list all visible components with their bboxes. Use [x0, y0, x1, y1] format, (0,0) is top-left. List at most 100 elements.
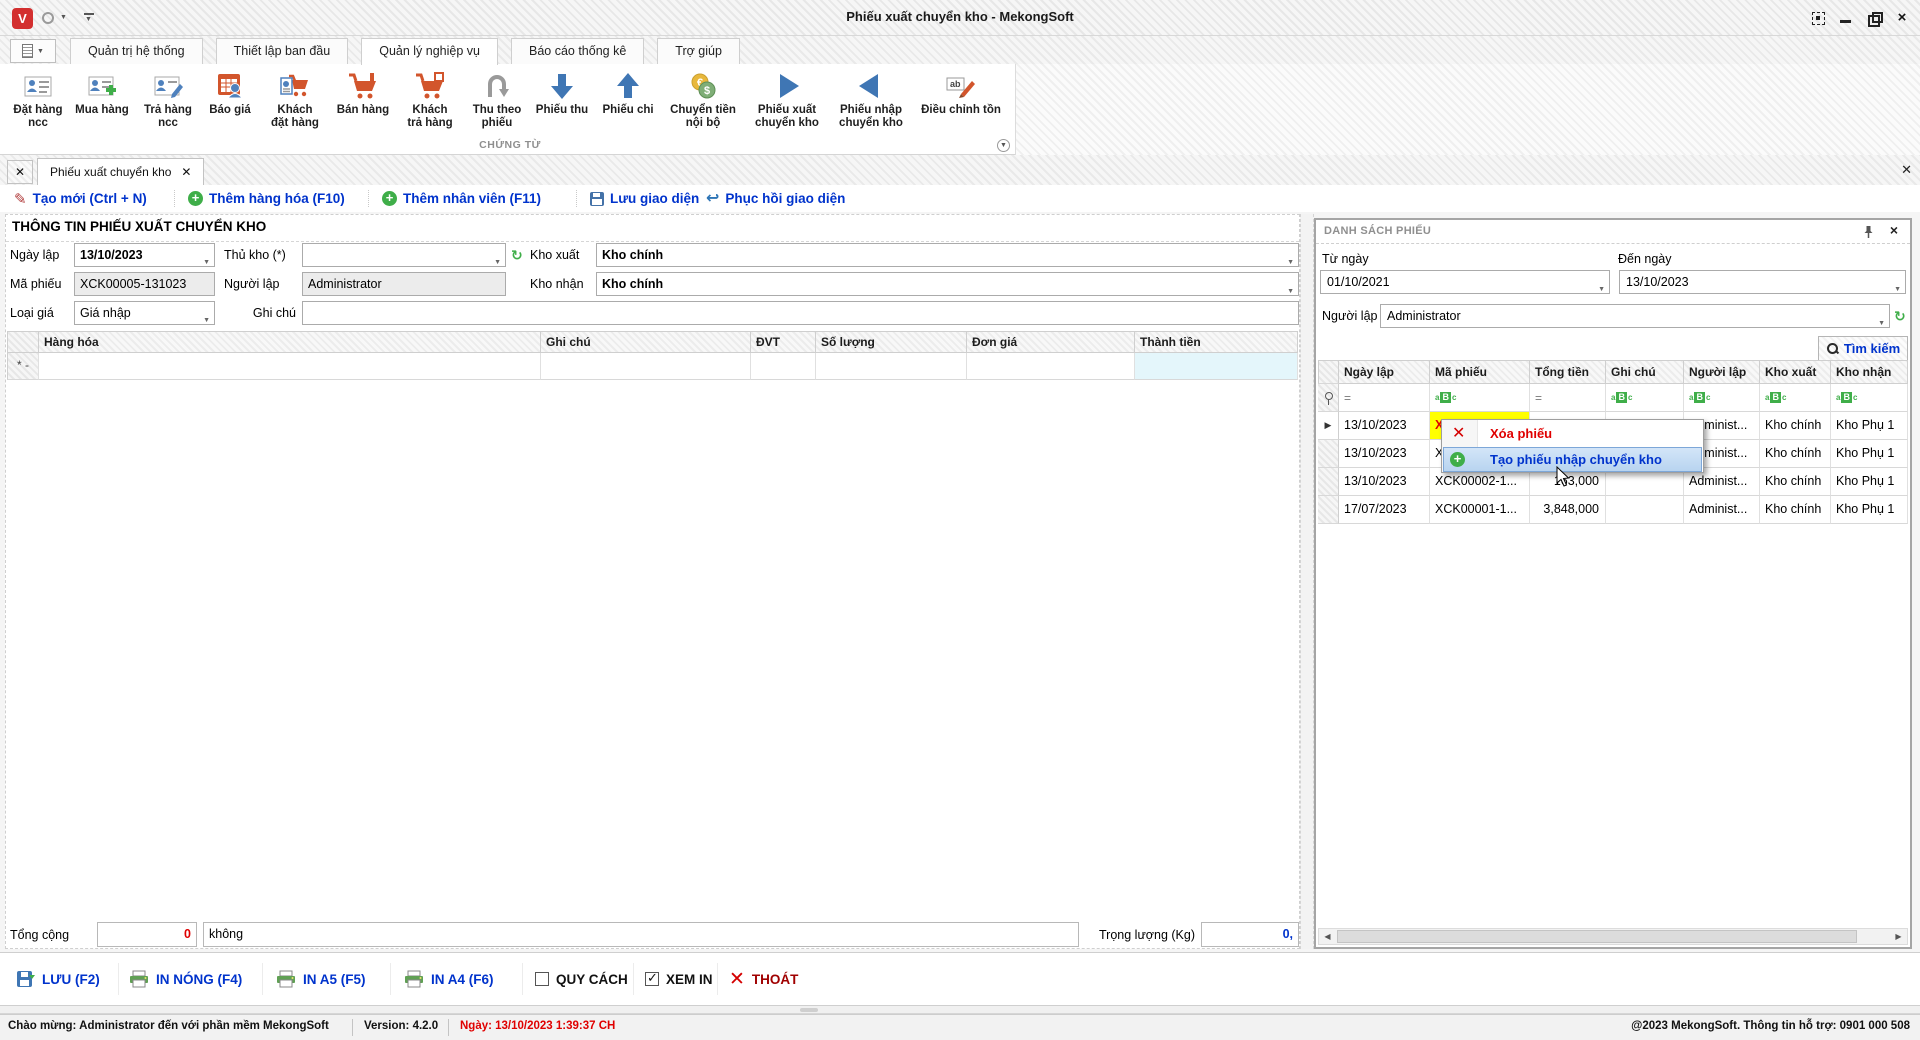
exit-button[interactable]: ✕ THOÁT — [729, 953, 798, 1005]
xem-in-checkbox[interactable]: XEM IN — [645, 953, 713, 1005]
refresh-icon[interactable]: ↻ — [511, 243, 523, 267]
ribbon-item-phieu-chi[interactable]: Phiếu chi — [595, 64, 661, 130]
menu-item-xoa-phieu[interactable]: ✕ Xóa phiếu — [1442, 421, 1703, 446]
ribbon-item-tra-hang-ncc[interactable]: Trả hàng ncc — [135, 64, 201, 130]
ribbon-item-dieu-chinh-ton[interactable]: ab Điều chỉnh tồn — [913, 64, 1009, 130]
ribbon-item-dat-hang-ncc[interactable]: Đặt hàng ncc — [7, 64, 69, 130]
tab-quan-tri-he-thong[interactable]: Quản trị hệ thống — [70, 38, 203, 64]
restore-icon[interactable] — [1866, 10, 1882, 26]
checkbox-unchecked-icon[interactable] — [535, 972, 549, 986]
column-header-ngay-lap[interactable]: Ngày lập — [1339, 360, 1430, 384]
restore-layout-button[interactable]: ↩ Phục hồi giao diện — [706, 185, 845, 212]
chevron-down-icon[interactable]: ▼ — [1598, 279, 1605, 301]
scrollbar-thumb[interactable] — [1337, 930, 1857, 943]
save-button[interactable]: LƯU (F2) — [15, 953, 100, 1005]
column-header-ghi-chu[interactable]: Ghi chú — [1606, 360, 1684, 384]
panel-splitter[interactable] — [1300, 214, 1314, 949]
ribbon-item-bao-gia[interactable]: Báo giá — [201, 64, 259, 130]
chevron-down-icon[interactable]: ▼ — [494, 252, 501, 267]
filter-nguoi-lap[interactable]: aBc — [1684, 384, 1760, 412]
column-header-thanh-tien[interactable]: Thành tiền — [1135, 331, 1298, 353]
add-employee-button[interactable]: + Thêm nhân viên (F11) — [382, 185, 541, 212]
panel-close-icon[interactable]: × — [1890, 222, 1898, 238]
ribbon-item-phieu-nhap-chuyen-kho[interactable]: Phiếu nhập chuyển kho — [829, 64, 913, 130]
ngay-lap-field[interactable]: 13/10/2023 ▼ — [74, 243, 215, 267]
ribbon-item-phieu-thu[interactable]: Phiếu thu — [529, 64, 595, 130]
close-icon[interactable]: × — [1894, 10, 1910, 26]
add-item-button[interactable]: + Thêm hàng hóa (F10) — [188, 185, 345, 212]
quy-cach-checkbox[interactable]: QUY CÁCH — [535, 953, 628, 1005]
cell-don-gia[interactable] — [967, 353, 1135, 380]
tabbar-close-icon[interactable]: ✕ — [1901, 162, 1912, 178]
column-header-kho-nhan[interactable]: Kho nhận — [1831, 360, 1908, 384]
menu-item-tao-phieu-nhap-chuyen-kho[interactable]: + Tạo phiếu nhập chuyển kho — [1442, 447, 1703, 472]
column-header-so-luong[interactable]: Số lượng — [816, 331, 967, 353]
column-header-tong-tien[interactable]: Tổng tiền — [1530, 360, 1606, 384]
note-field[interactable]: không — [203, 922, 1079, 947]
doc-tab-phieu-xuat-chuyen-kho[interactable]: Phiếu xuất chuyển kho ✕ — [37, 158, 204, 185]
tab-bao-cao-thong-ke[interactable]: Báo cáo thống kê — [511, 38, 644, 64]
create-new-button[interactable]: ✎ Tạo mới (Ctrl + N) — [14, 185, 147, 212]
filter-ghi-chu[interactable]: aBc — [1606, 384, 1684, 412]
ghi-chu-field[interactable] — [302, 301, 1299, 325]
ribbon-item-chuyen-tien-noi-bo[interactable]: €$ Chuyển tiền nội bộ — [661, 64, 745, 130]
drag-handle[interactable] — [800, 1008, 818, 1012]
cell-ghi-chu[interactable] — [541, 353, 751, 380]
ribbon-item-khach-tra-hang[interactable]: Khách trả hàng — [395, 64, 465, 130]
checkbox-checked-icon[interactable] — [645, 972, 659, 986]
column-header-dvt[interactable]: ĐVT — [751, 331, 816, 353]
print-a4-button[interactable]: IN A4 (F6) — [404, 953, 494, 1005]
ribbon-item-thu-theo-phieu[interactable]: Thu theo phiếu — [465, 64, 529, 130]
panel-nguoi-lap-field[interactable]: Administrator ▼ — [1380, 304, 1890, 328]
column-header-nguoi-lap[interactable]: Người lập — [1684, 360, 1760, 384]
close-all-tabs-icon[interactable]: ✕ — [7, 160, 33, 184]
chevron-down-icon[interactable]: ▼ — [203, 252, 210, 267]
filter-kho-xuat[interactable]: aBc — [1760, 384, 1831, 412]
horizontal-scrollbar[interactable]: ◀ ▶ — [1318, 928, 1908, 945]
tab-close-icon[interactable]: ✕ — [181, 165, 191, 179]
column-header-kho-xuat[interactable]: Kho xuất — [1760, 360, 1831, 384]
filter-tong-tien[interactable]: = — [1530, 384, 1606, 412]
tab-thiet-lap-ban-dau[interactable]: Thiết lập ban đầu — [216, 38, 349, 64]
item-grid-new-row[interactable]: * - — [7, 353, 1298, 380]
chevron-down-icon[interactable]: ▼ — [1287, 252, 1294, 267]
filter-ngay-lap[interactable]: = — [1339, 384, 1430, 412]
chevron-down-icon[interactable]: ▼ — [203, 310, 210, 325]
search-button[interactable]: Tìm kiếm — [1818, 336, 1908, 361]
thu-kho-field[interactable]: ▼ — [302, 243, 506, 267]
ribbon-item-mua-hang[interactable]: Mua hàng — [69, 64, 135, 130]
ribbon-item-khach-dat-hang[interactable]: Khách đặt hàng — [259, 64, 331, 130]
fullscreen-icon[interactable] — [1810, 10, 1826, 26]
chevron-down-icon[interactable]: ▼ — [1894, 279, 1901, 301]
ribbon-item-ban-hang[interactable]: Bán hàng — [331, 64, 395, 130]
print-hot-button[interactable]: IN NÓNG (F4) — [129, 953, 242, 1005]
chevron-down-icon[interactable]: ▼ — [1287, 281, 1294, 296]
refresh-icon[interactable]: ↻ — [1894, 304, 1906, 328]
loai-gia-field[interactable]: Giá nhập ▼ — [74, 301, 215, 325]
column-header-don-gia[interactable]: Đơn giá — [967, 331, 1135, 353]
filter-kho-nhan[interactable]: aBc — [1831, 384, 1908, 412]
tab-tro-giup[interactable]: Trợ giúp — [657, 38, 740, 64]
cell-so-luong[interactable] — [816, 353, 967, 380]
chevron-down-icon[interactable]: ▼ — [1878, 313, 1885, 335]
cell-thanh-tien[interactable] — [1135, 353, 1298, 380]
column-header-ghi-chu[interactable]: Ghi chú — [541, 331, 751, 353]
print-a5-button[interactable]: IN A5 (F5) — [276, 953, 366, 1005]
tab-quan-ly-nghiep-vu[interactable]: Quản lý nghiệp vụ — [361, 38, 498, 65]
column-header-hang-hoa[interactable]: Hàng hóa — [39, 331, 541, 353]
kho-nhan-field[interactable]: Kho chính ▼ — [596, 272, 1299, 296]
kho-xuat-field[interactable]: Kho chính ▼ — [596, 243, 1299, 267]
app-menu-button[interactable]: ▼ — [10, 39, 56, 63]
save-layout-button[interactable]: Lưu giao diện — [590, 185, 699, 212]
cell-dvt[interactable] — [751, 353, 816, 380]
column-header-ma-phieu[interactable]: Mã phiếu — [1430, 360, 1530, 384]
minimize-icon[interactable] — [1838, 10, 1854, 26]
scroll-right-icon[interactable]: ▶ — [1890, 929, 1907, 944]
group-expand-icon[interactable]: ▼ — [997, 139, 1010, 152]
cell-hang-hoa[interactable] — [39, 353, 541, 380]
ribbon-item-phieu-xuat-chuyen-kho[interactable]: Phiếu xuất chuyển kho — [745, 64, 829, 130]
scroll-left-icon[interactable]: ◀ — [1319, 929, 1336, 944]
den-ngay-field[interactable]: 13/10/2023 ▼ — [1619, 270, 1906, 294]
filter-ma-phieu[interactable]: aBc — [1430, 384, 1530, 412]
pin-icon[interactable] — [1863, 225, 1874, 239]
